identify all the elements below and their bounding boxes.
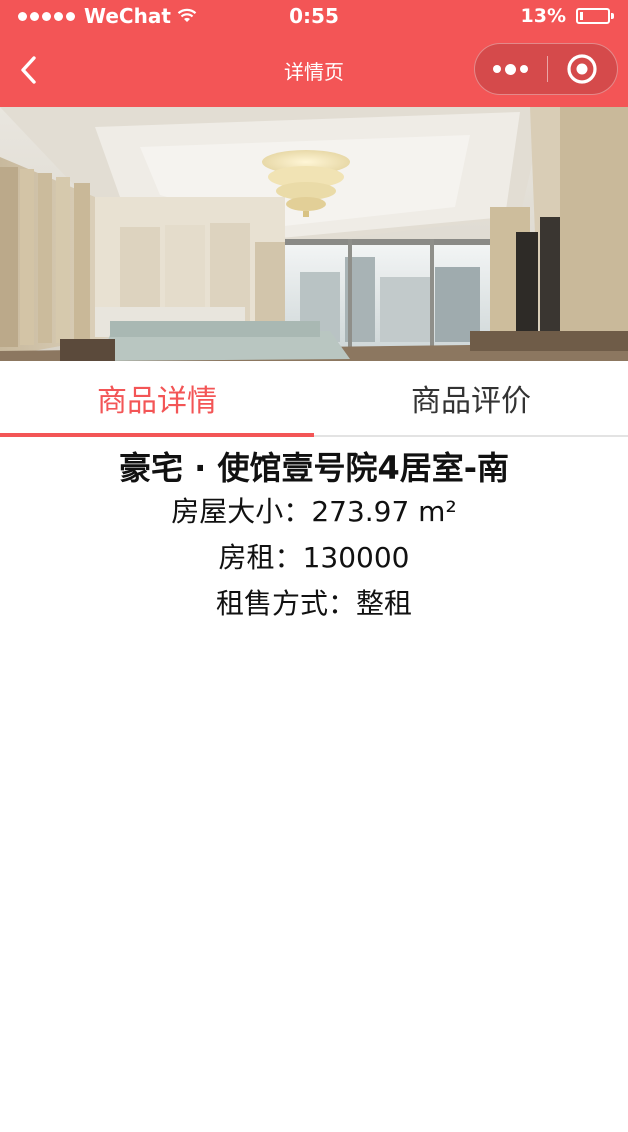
target-circle-icon xyxy=(567,54,597,84)
battery-fill xyxy=(580,12,583,20)
size-value: 273.97 m² xyxy=(311,495,457,528)
listing-title: 豪宅 · 使馆壹号院4居室-南 xyxy=(119,449,509,487)
hero-image xyxy=(0,107,628,361)
rent-row: 房租：130000 xyxy=(0,535,628,581)
bedroom-photo xyxy=(0,107,628,361)
rent-label: 房租： xyxy=(218,541,303,574)
tab-bar: 商品详情 商品评价 xyxy=(0,361,628,437)
rent-type-label: 租售方式： xyxy=(215,587,356,620)
status-right: 13% xyxy=(520,4,614,28)
rent-value: 130000 xyxy=(302,541,410,574)
battery-percent: 13% xyxy=(520,5,566,27)
status-bar: WeChat 0:55 13% xyxy=(0,0,628,32)
more-button[interactable] xyxy=(475,44,547,94)
size-label: 房屋大小： xyxy=(171,495,312,528)
battery-icon xyxy=(576,8,614,24)
tab-product-reviews[interactable]: 商品评价 xyxy=(314,361,628,435)
header: WeChat 0:55 13% 详情页 xyxy=(0,0,628,107)
tab-product-details[interactable]: 商品详情 xyxy=(0,361,314,437)
screen: WeChat 0:55 13% 详情页 商品详情 商品评价 豪宅 · 使馆壹号院… xyxy=(0,0,628,1132)
rent-type-value: 整租 xyxy=(356,587,413,620)
rent-type-row: 租售方式：整租 xyxy=(0,581,628,627)
size-row: 房屋大小：273.97 m² xyxy=(0,489,628,535)
detail-content: 豪宅 · 使馆壹号院4居室-南 房屋大小：273.97 m² 房租：130000… xyxy=(0,437,628,627)
nav-bar: 详情页 xyxy=(0,32,628,107)
more-dots-icon xyxy=(493,65,502,73)
mini-program-capsule xyxy=(474,43,618,95)
close-button[interactable] xyxy=(548,44,618,94)
